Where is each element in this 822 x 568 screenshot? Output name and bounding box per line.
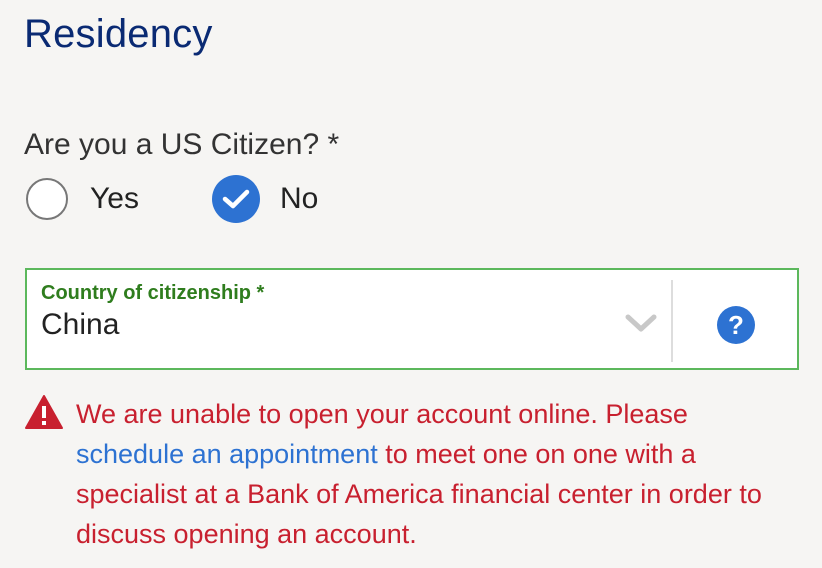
country-field-label: Country of citizenship * bbox=[41, 282, 265, 304]
schedule-appointment-link[interactable]: schedule an appointment bbox=[76, 439, 378, 469]
check-icon[interactable] bbox=[212, 175, 260, 223]
error-text-before: We are unable to open your account onlin… bbox=[76, 399, 688, 429]
radio-no[interactable]: No bbox=[212, 175, 318, 223]
radio-yes-label[interactable]: Yes bbox=[90, 182, 139, 216]
radio-no-label[interactable]: No bbox=[280, 182, 318, 216]
us-citizen-question: Are you a US Citizen? * bbox=[24, 128, 340, 161]
section-title: Residency bbox=[24, 12, 213, 56]
country-field-value[interactable]: China bbox=[41, 308, 119, 342]
error-message: We are unable to open your account onlin… bbox=[76, 394, 796, 554]
radio-yes[interactable]: Yes bbox=[26, 178, 139, 220]
warning-icon bbox=[24, 394, 64, 435]
chevron-down-icon[interactable] bbox=[625, 312, 657, 339]
radio-unchecked-icon[interactable] bbox=[26, 178, 68, 220]
help-icon[interactable]: ? bbox=[717, 306, 755, 344]
field-divider bbox=[671, 280, 673, 362]
country-of-citizenship-select[interactable]: Country of citizenship * China ? bbox=[25, 268, 799, 370]
